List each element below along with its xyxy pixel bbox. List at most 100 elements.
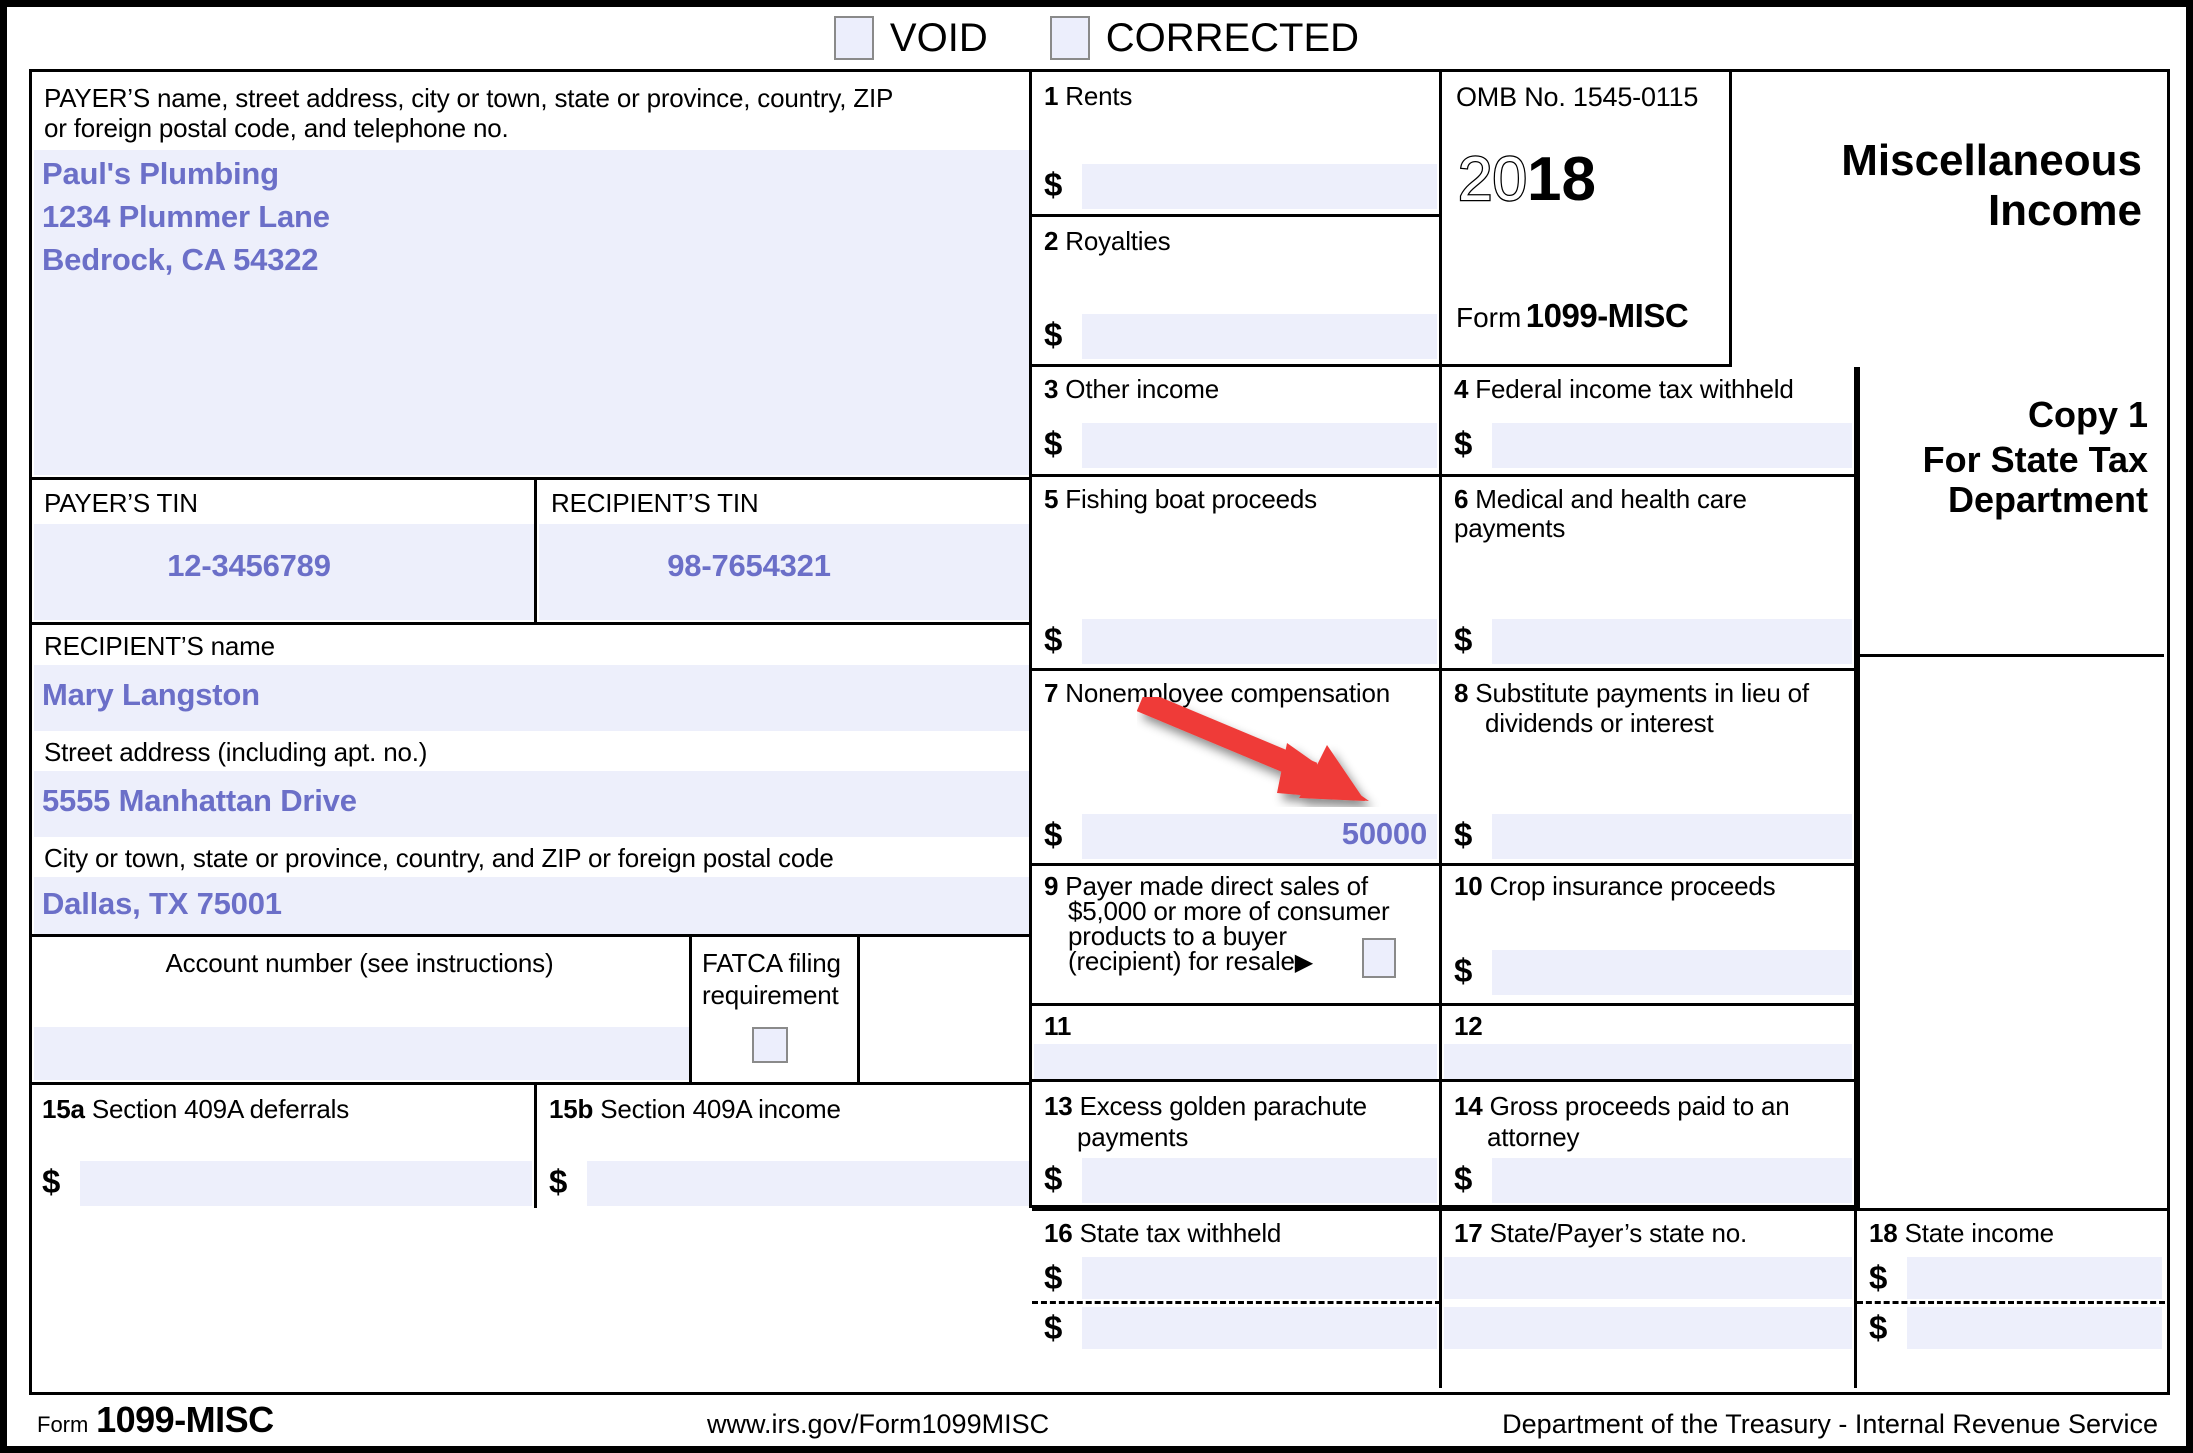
box-14-text-line2: attorney: [1487, 1122, 1580, 1152]
void-checkbox[interactable]: [833, 16, 874, 60]
box-1-field[interactable]: [1082, 164, 1437, 209]
void-checkbox-group[interactable]: VOID: [833, 16, 988, 61]
box-2-field[interactable]: [1082, 314, 1437, 359]
box-7: 7 Nonemployee compensation $ 50000: [1032, 671, 1442, 866]
box-18-text: State income: [1904, 1218, 2055, 1248]
box-5: 5 Fishing boat proceeds $: [1032, 477, 1442, 671]
box-2-number: 2: [1044, 226, 1059, 256]
box-7-field[interactable]: 50000: [1082, 814, 1437, 859]
box-14-currency: $: [1454, 1160, 1473, 1197]
payer-street-value: 1234 Plummer Lane: [42, 199, 330, 234]
box-10-currency: $: [1454, 952, 1473, 989]
box-9-checkbox[interactable]: [1362, 938, 1396, 978]
box-16-number: 16: [1044, 1218, 1073, 1248]
recipient-tin-cell: RECIPIENT’S TIN 98-7654321: [537, 480, 1032, 622]
recipient-tin-label: RECIPIENT’S TIN: [551, 488, 759, 518]
recipient-street-field[interactable]: 5555 Manhattan Drive: [34, 771, 1029, 837]
recipient-street-label: Street address (including apt. no.): [44, 737, 428, 767]
recipient-name-value: Mary Langston: [42, 677, 260, 712]
box-15a-field[interactable]: [80, 1161, 532, 1206]
box-10-number: 10: [1454, 871, 1483, 901]
box-9-pointer-icon: ▶: [1294, 949, 1314, 976]
box-7-label: 7 Nonemployee compensation: [1044, 678, 1390, 708]
box-17-field-2[interactable]: [1444, 1307, 1852, 1349]
form-1099-misc-page: VOID CORRECTED PAYER’S name, street addr…: [0, 0, 2193, 1453]
box-12-number: 12: [1454, 1011, 1483, 1041]
form-title-block: Miscellaneous Income: [1732, 72, 2164, 367]
box-8-currency: $: [1454, 816, 1473, 853]
copy-line1: Copy 1: [2027, 394, 2148, 435]
box-1: 1 Rents $: [1032, 72, 1442, 217]
form-number: 1099-MISC: [1525, 297, 1689, 334]
box-5-number: 5: [1044, 484, 1059, 514]
box-3-text: Other income: [1065, 374, 1219, 404]
box-10: 10 Crop insurance proceeds $: [1442, 866, 1857, 1006]
box-16-field-2[interactable]: [1082, 1307, 1437, 1349]
footer-form-number: 1099-MISC: [96, 1399, 274, 1440]
box-7-currency: $: [1044, 816, 1063, 853]
box-3: 3 Other income $: [1032, 367, 1442, 477]
recipient-city-label: City or town, state or province, country…: [44, 843, 834, 873]
footer-url[interactable]: www.irs.gov/Form1099MISC: [707, 1409, 1049, 1440]
box-18-number: 18: [1869, 1218, 1898, 1248]
box-18-field-1[interactable]: [1907, 1257, 2162, 1299]
box-6-text: Medical and health care payments: [1454, 484, 1747, 544]
recipient-name-field[interactable]: Mary Langston: [34, 665, 1029, 731]
row-15: 15a Section 409A deferrals $ 15b Section…: [32, 1082, 1032, 1208]
box-16-label: 16 State tax withheld: [1044, 1218, 1281, 1248]
box-3-currency: $: [1044, 425, 1063, 462]
box-18-label: 18 State income: [1869, 1218, 2055, 1248]
account-number-field[interactable]: [34, 1027, 689, 1080]
payer-tin-field[interactable]: 12-3456789: [34, 524, 534, 620]
payer-tin-value: 12-3456789: [167, 548, 331, 583]
box-13-label: 13 Excess golden parachute: [1044, 1091, 1367, 1121]
box-8-label: 8 Substitute payments in lieu of: [1454, 678, 1809, 708]
box-14-field[interactable]: [1492, 1158, 1852, 1203]
row-state: 16 State tax withheld $ $ 17 State/Payer…: [1032, 1208, 2167, 1388]
corrected-checkbox-group[interactable]: CORRECTED: [1049, 15, 1360, 61]
recipient-city-field[interactable]: Dallas, TX 75001: [34, 877, 1029, 935]
box-3-label: 3 Other income: [1044, 374, 1219, 404]
box-11-label: 11: [1044, 1011, 1071, 1041]
box-6-field[interactable]: [1492, 619, 1852, 664]
box-16-field-1[interactable]: [1082, 1257, 1437, 1299]
box-15a-currency: $: [42, 1163, 61, 1200]
box-14-number: 14: [1454, 1091, 1483, 1121]
box-8-field[interactable]: [1492, 814, 1852, 859]
box-11-field[interactable]: [1034, 1044, 1437, 1079]
box-15b-field[interactable]: [587, 1161, 1029, 1206]
box-17-field-1[interactable]: [1444, 1257, 1852, 1299]
box-16-currency-2: $: [1044, 1309, 1063, 1346]
box-18: 18 State income $ $: [1857, 1211, 2167, 1388]
footer-form-identifier: Form 1099-MISC: [37, 1399, 274, 1441]
copy-line3: Department: [1947, 479, 2148, 520]
box-4-field[interactable]: [1492, 423, 1852, 468]
corrected-checkbox[interactable]: [1049, 16, 1090, 60]
account-number-cell: Account number (see instructions): [32, 937, 692, 1082]
box-2-text: Royalties: [1065, 226, 1171, 256]
box-8-text-line1: Substitute payments in lieu of: [1475, 678, 1809, 708]
recipient-tin-field[interactable]: 98-7654321: [539, 524, 1029, 620]
payer-name-value: Paul's Plumbing: [42, 156, 279, 191]
box-1-number: 1: [1044, 81, 1059, 111]
payer-label-line1: PAYER’S name, street address, city or to…: [44, 83, 894, 113]
box-15b-currency: $: [549, 1163, 568, 1200]
payer-tin-cell: PAYER’S TIN 12-3456789: [32, 480, 537, 622]
right-blank-strip: [1857, 657, 2164, 1208]
box-5-field[interactable]: [1082, 619, 1437, 664]
payer-address-field[interactable]: Paul's Plumbing 1234 Plummer Lane Bedroc…: [34, 150, 1029, 475]
box-18-currency-1: $: [1869, 1259, 1888, 1296]
box-10-field[interactable]: [1492, 950, 1852, 995]
box-1-currency: $: [1044, 166, 1063, 203]
fatca-checkbox[interactable]: [752, 1027, 788, 1063]
recipient-tin-value: 98-7654321: [667, 548, 831, 583]
box-13-field[interactable]: [1082, 1158, 1437, 1203]
tin-row: PAYER’S TIN 12-3456789 RECIPIENT’S TIN 9…: [32, 477, 1032, 622]
tax-year: 2018: [1457, 144, 1596, 216]
corrected-label: CORRECTED: [1105, 15, 1360, 60]
box-3-field[interactable]: [1082, 423, 1437, 468]
box-12-field[interactable]: [1444, 1044, 1852, 1079]
box-18-field-2[interactable]: [1907, 1307, 2162, 1349]
payer-tin-label: PAYER’S TIN: [44, 488, 198, 518]
account-row: Account number (see instructions) FATCA …: [32, 934, 1032, 1082]
